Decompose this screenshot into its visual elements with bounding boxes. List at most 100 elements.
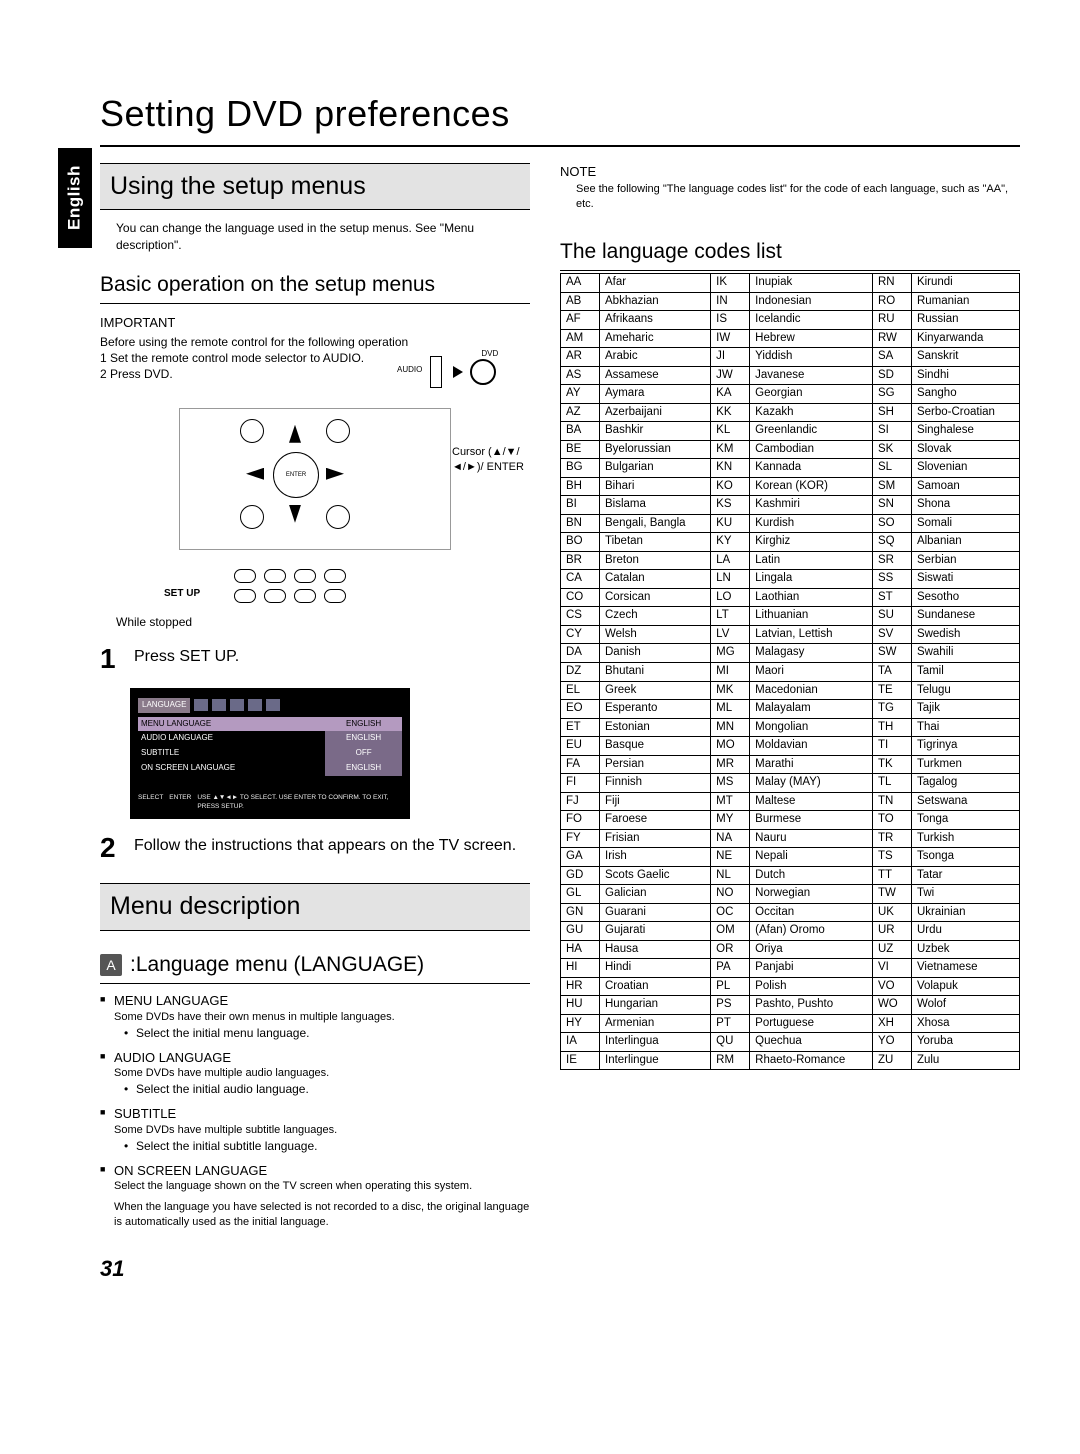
lang-name: Rumanian <box>911 292 1019 311</box>
lang-name: Breton <box>600 551 711 570</box>
osd-row-value: ENGLISH <box>325 731 402 746</box>
lang-code: LN <box>711 570 750 589</box>
audio-language-sub: Select the initial audio language. <box>114 1081 530 1097</box>
lang-code: SG <box>872 385 911 404</box>
osd-row-value: ENGLISH <box>325 717 402 732</box>
lang-code: MN <box>711 718 750 737</box>
lang-name: Xhosa <box>911 1014 1019 1033</box>
lang-name: Zulu <box>911 1051 1019 1070</box>
lang-name: Samoan <box>911 477 1019 496</box>
lang-name: Greek <box>600 681 711 700</box>
remote-figure: ENTER Cursor (▲/▼/◄/►)/ ENTER SET UP <box>179 408 451 550</box>
lang-name: Pashto, Pushto <box>750 996 873 1015</box>
lang-code: TS <box>872 848 911 867</box>
lang-code: WO <box>872 996 911 1015</box>
lang-code: GN <box>561 903 600 922</box>
lang-name: Yiddish <box>750 348 873 367</box>
menu-language-heading: MENU LANGUAGE <box>114 992 530 1010</box>
lang-code: BH <box>561 477 600 496</box>
lang-name: Corsican <box>600 588 711 607</box>
audio-selector-icon <box>430 356 442 388</box>
section-using-menus: Using the setup menus <box>100 163 530 211</box>
lang-name: Estonian <box>600 718 711 737</box>
lang-name: Macedonian <box>750 681 873 700</box>
lang-name: Tsonga <box>911 848 1019 867</box>
lang-code: BA <box>561 422 600 441</box>
lang-name: (Afan) Oromo <box>750 922 873 941</box>
lang-code: DA <box>561 644 600 663</box>
lang-code: KN <box>711 459 750 478</box>
lang-name: Serbian <box>911 551 1019 570</box>
lang-code: NE <box>711 848 750 867</box>
lang-name: Welsh <box>600 625 711 644</box>
lang-name: Latvian, Lettish <box>750 625 873 644</box>
osd-foot: ENTER <box>169 794 191 812</box>
lang-code: BG <box>561 459 600 478</box>
note-label: NOTE <box>560 163 1020 181</box>
lang-name: Bashkir <box>600 422 711 441</box>
lang-name: Arabic <box>600 348 711 367</box>
lang-name: Byelorussian <box>600 440 711 459</box>
lang-code: KA <box>711 385 750 404</box>
lang-code: TR <box>872 829 911 848</box>
lang-code: IA <box>561 1033 600 1052</box>
lang-name: Latin <box>750 551 873 570</box>
lang-name: Irish <box>600 848 711 867</box>
dvd-button-icon <box>470 359 496 385</box>
lang-code: PL <box>711 977 750 996</box>
lang-name: Malay (MAY) <box>750 774 873 793</box>
lang-name: Afar <box>600 274 711 293</box>
lang-code: YO <box>872 1033 911 1052</box>
osd-foot: USE ▲▼◄► TO SELECT. USE ENTER TO CONFIRM… <box>197 794 402 812</box>
lang-name: Albanian <box>911 533 1019 552</box>
lang-name: Interlingue <box>600 1051 711 1070</box>
lang-name: Icelandic <box>750 311 873 330</box>
lang-name: Occitan <box>750 903 873 922</box>
lang-code: TO <box>872 811 911 830</box>
lang-name: Kurdish <box>750 514 873 533</box>
lang-code: DZ <box>561 663 600 682</box>
lang-name: Marathi <box>750 755 873 774</box>
lang-code: RN <box>872 274 911 293</box>
lang-code: KY <box>711 533 750 552</box>
lang-code: RW <box>872 329 911 348</box>
lang-name: Portuguese <box>750 1014 873 1033</box>
lang-code: CS <box>561 607 600 626</box>
lang-code: UZ <box>872 940 911 959</box>
lang-code: ST <box>872 588 911 607</box>
lang-name: Basque <box>600 737 711 756</box>
lang-name: Hungarian <box>600 996 711 1015</box>
lang-code: OC <box>711 903 750 922</box>
lang-name: Oriya <box>750 940 873 959</box>
lang-name: Ukrainian <box>911 903 1019 922</box>
lang-code: BO <box>561 533 600 552</box>
lang-name: Burmese <box>750 811 873 830</box>
language-menu-title: :Language menu (LANGUAGE) <box>130 951 424 979</box>
lang-code: QU <box>711 1033 750 1052</box>
lang-code: GD <box>561 866 600 885</box>
lang-name: Malayalam <box>750 700 873 719</box>
before-text: Before using the remote control for the … <box>100 334 530 350</box>
lang-name: Czech <box>600 607 711 626</box>
lang-name: Kannada <box>750 459 873 478</box>
lang-code: ML <box>711 700 750 719</box>
enter-button-icon: ENTER <box>273 452 319 498</box>
osd-row-value: OFF <box>325 746 402 761</box>
lang-code: BR <box>561 551 600 570</box>
lang-code: LV <box>711 625 750 644</box>
important-label: IMPORTANT <box>100 314 530 332</box>
menu-language-sub: Select the initial menu language. <box>114 1025 530 1041</box>
osd-row-value: ENGLISH <box>325 761 402 776</box>
lang-code: LO <box>711 588 750 607</box>
osd-row-label: SUBTITLE <box>138 746 325 761</box>
lang-code: IE <box>561 1051 600 1070</box>
lang-name: Swahili <box>911 644 1019 663</box>
lang-code: NA <box>711 829 750 848</box>
osd-tab-icon <box>248 699 262 711</box>
lang-name: Bengali, Bangla <box>600 514 711 533</box>
lang-code: KS <box>711 496 750 515</box>
lang-name: Siswati <box>911 570 1019 589</box>
lang-code: OM <box>711 922 750 941</box>
osd-screenshot: LANGUAGE MENU LANGUAGEENGLISH AUDIO LANG… <box>130 688 410 820</box>
lang-name: Wolof <box>911 996 1019 1015</box>
